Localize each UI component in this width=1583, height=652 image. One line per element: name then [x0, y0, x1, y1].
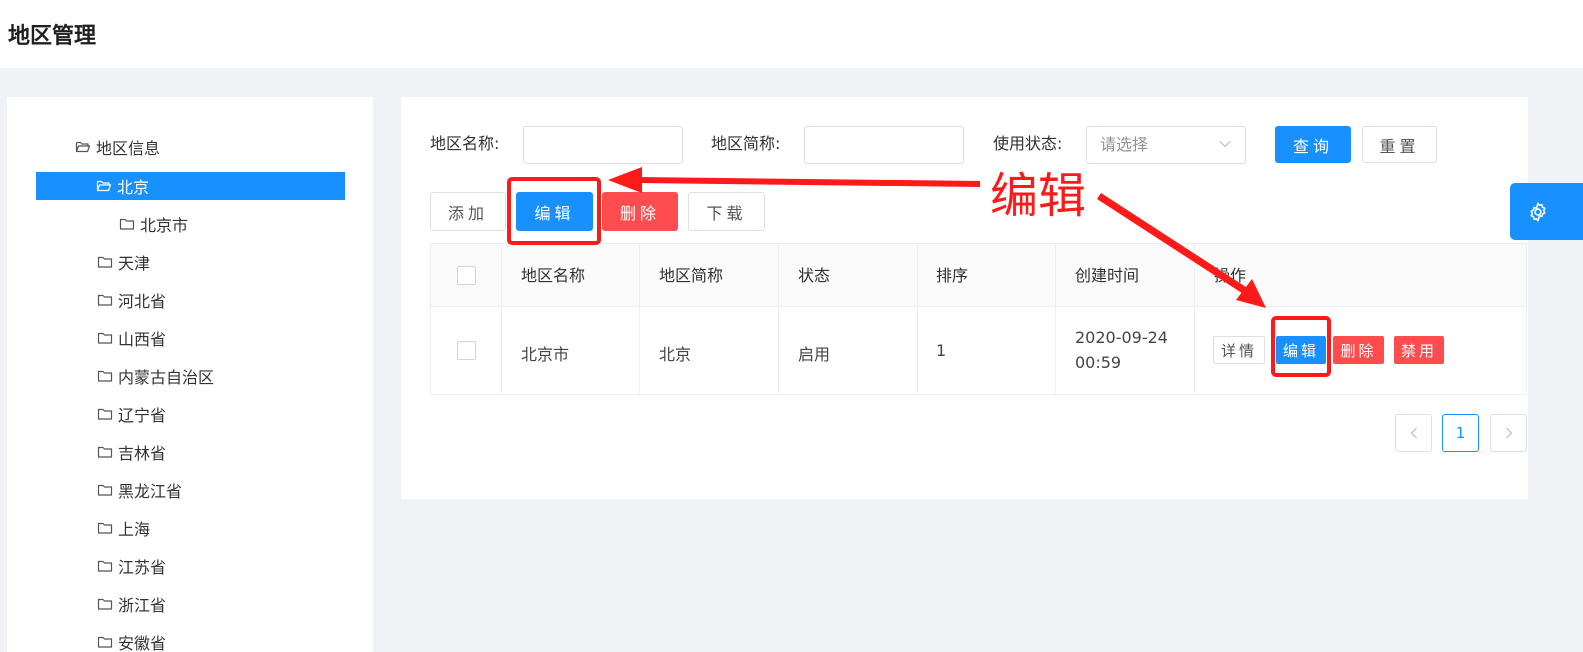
annotation-arrow-head-right [1236, 279, 1266, 308]
annotation-arrow-head-left [608, 167, 642, 193]
annotation-arrow-shaft-left [638, 177, 980, 187]
annotation-arrow-shaft-right [1097, 193, 1252, 297]
annotation-arrows [608, 167, 1266, 308]
